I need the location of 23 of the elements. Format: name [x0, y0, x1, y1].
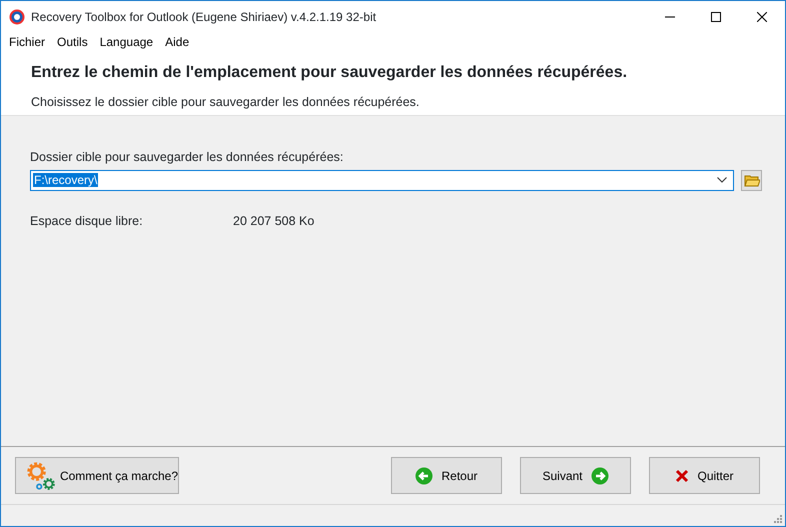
field-label: Dossier cible pour sauvegarder les données récupérées: — [30, 149, 344, 166]
folder-icon — [744, 174, 760, 187]
back-button[interactable]: Retour — [391, 457, 502, 494]
quit-button[interactable]: Quitter — [649, 457, 760, 494]
free-space-value: 20 207 508 Ko — [233, 212, 314, 230]
step-title: Entrez le chemin de l'emplacement pour sauvegarder les données récupérées. — [31, 63, 628, 83]
resize-grip-icon — [774, 515, 782, 523]
help-button[interactable]: Comment ça marche? — [15, 457, 179, 494]
dropdown-icon — [717, 177, 727, 184]
free-space-label: Espace disque libre: — [30, 212, 144, 230]
menu-item[interactable]: Outils — [51, 32, 94, 50]
close-icon — [757, 12, 767, 22]
window-title: Recovery Toolbox for Outlook (Eugene Shiriaev) v.4.2.1.19 32-bit — [31, 8, 378, 26]
menu-item[interactable]: Aide — [159, 32, 196, 50]
folder-combo[interactable]: F:\recovery\ — [30, 170, 734, 191]
app-icon — [9, 8, 25, 24]
maximize-icon — [711, 12, 721, 22]
menu-item[interactable]: Language — [94, 32, 160, 50]
menu-item[interactable]: Fichier — [3, 32, 52, 50]
close-icon — [675, 468, 690, 482]
next-button[interactable]: Suivant — [520, 457, 631, 494]
browse-button[interactable] — [741, 170, 762, 191]
step-subtitle: Choisissez le dossier cible pour sauvegarder les données récupérées. — [31, 94, 420, 111]
